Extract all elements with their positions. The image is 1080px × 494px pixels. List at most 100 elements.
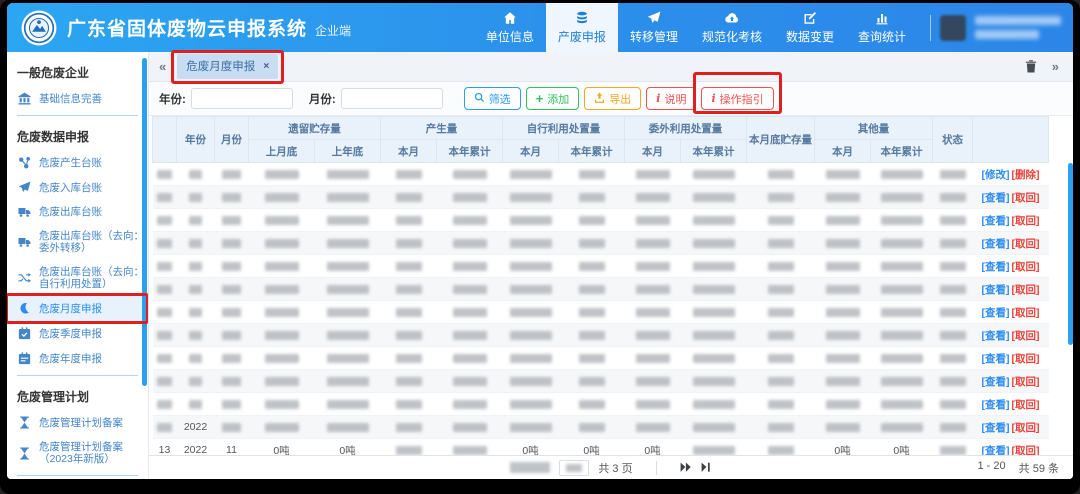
row-action-secondary-link[interactable]: [取回]	[1012, 353, 1040, 365]
bar-chart-icon	[875, 11, 889, 25]
table-cell: 0吨	[624, 438, 681, 455]
redacted-value	[157, 422, 172, 432]
row-action-secondary-link[interactable]: [取回]	[1012, 399, 1040, 411]
row-action-primary-link[interactable]: [查看]	[982, 376, 1010, 388]
table-cell	[680, 323, 747, 347]
table-cell: 0吨	[314, 438, 381, 455]
add-button[interactable]: + 添加	[525, 87, 580, 110]
redacted-value	[157, 284, 172, 294]
pager-redacted-controls[interactable]	[510, 462, 551, 473]
redacted-value	[578, 422, 605, 432]
table-cell	[558, 415, 625, 439]
redacted-value	[452, 261, 487, 271]
row-action-primary-link[interactable]: [查看]	[982, 422, 1010, 434]
redacted-value	[452, 353, 487, 363]
sidebar-item-label: 危废管理计划备案	[39, 416, 123, 429]
sidebar-item-waste-inbound-ledger[interactable]: 危废入库台账	[7, 175, 148, 200]
nav-item-data-change[interactable]: 数据变更	[774, 3, 846, 52]
redacted-value	[635, 376, 670, 386]
month-input[interactable]	[340, 88, 443, 109]
row-action-secondary-link[interactable]: [取回]	[1012, 261, 1040, 273]
table-cell: 2022	[176, 438, 215, 455]
row-action-primary-link[interactable]: [查看]	[982, 284, 1010, 296]
instructions-button[interactable]: i 说明	[646, 87, 697, 110]
table-row: [查看] [取回]	[152, 392, 1049, 416]
operation-guide-button[interactable]: i 操作指引	[693, 72, 782, 114]
nav-item-query-stats[interactable]: 查询统计	[846, 3, 918, 52]
table-cell	[314, 346, 381, 370]
row-action-secondary-link[interactable]: [取回]	[1012, 330, 1040, 342]
sidebar-item-outbound-outsourced[interactable]: 危废出库台账（去向：委外转移）	[7, 224, 148, 260]
redacted-value	[189, 215, 202, 225]
table-cell	[746, 254, 815, 278]
row-action-secondary-link[interactable]: [取回]	[1012, 284, 1040, 296]
close-tab-icon[interactable]: ×	[263, 60, 269, 72]
row-action-primary-link[interactable]: [查看]	[982, 353, 1010, 365]
sidebar-item-monthly-declaration[interactable]: 危废月度申报	[7, 293, 148, 324]
expand-tabs-icon[interactable]: »	[1052, 60, 1059, 73]
table-cell	[932, 323, 973, 347]
sidebar-item-waste-outbound-ledger[interactable]: 危废出库台账	[7, 200, 148, 224]
row-action-secondary-link[interactable]: [取回]	[1012, 215, 1040, 227]
redacted-value	[880, 215, 923, 225]
row-action-primary-link[interactable]: [修改]	[982, 169, 1010, 181]
sidebar-item-annual-declaration[interactable]: 危废年度申报	[7, 346, 148, 371]
row-action-secondary-link[interactable]: [取回]	[1012, 422, 1040, 434]
filter-button[interactable]: 筛选	[463, 87, 521, 110]
redacted-value	[578, 238, 605, 248]
row-action-primary-link[interactable]: [查看]	[982, 192, 1010, 204]
row-action-primary-link[interactable]: [查看]	[982, 215, 1010, 227]
row-action-secondary-link[interactable]: [取回]	[1012, 192, 1040, 204]
row-action-secondary-link[interactable]: [取回]	[1012, 238, 1040, 250]
row-action-secondary-link[interactable]: [取回]	[1012, 445, 1040, 456]
sidebar-item-label: 危废产生台账	[39, 156, 102, 169]
trash-icon[interactable]	[1025, 60, 1037, 73]
nav-item-unit-info[interactable]: 单位信息	[474, 3, 546, 52]
row-actions: [查看] [取回]	[972, 415, 1049, 439]
sidebar-item-mgmt-plan-filing-2023[interactable]: 危废管理计划备案（2023年新版）	[7, 435, 148, 471]
row-action-primary-link[interactable]: [查看]	[982, 330, 1010, 342]
table-cell	[176, 208, 215, 232]
row-action-primary-link[interactable]: [查看]	[982, 307, 1010, 319]
row-action-primary-link[interactable]: [查看]	[982, 399, 1010, 411]
row-action-secondary-link[interactable]: [删除]	[1012, 169, 1040, 181]
collapse-tabs-icon[interactable]: «	[159, 60, 166, 73]
table-cell	[436, 208, 503, 232]
redacted-value	[635, 215, 670, 225]
redacted-value	[395, 169, 422, 179]
table-cell	[436, 346, 503, 370]
redacted-value	[222, 169, 241, 179]
page-input[interactable]	[559, 459, 590, 476]
sidebar-item-waste-produce-ledger[interactable]: 危废产生台账	[7, 150, 148, 175]
app-window: 广东省固体废物云申报系统 企业端 单位信息 产废申报 转移管理 规范化考核 数据…	[7, 3, 1073, 479]
table-cell: 2022	[176, 415, 215, 439]
row-action-primary-link[interactable]: [查看]	[982, 261, 1010, 273]
row-action-secondary-link[interactable]: [取回]	[1012, 307, 1040, 319]
table-scrollbar[interactable]	[1068, 163, 1073, 345]
year-input[interactable]	[190, 88, 293, 109]
row-action-secondary-link[interactable]: [取回]	[1012, 376, 1040, 388]
table-cell	[932, 231, 973, 255]
export-button[interactable]: 导出	[584, 87, 642, 110]
nav-item-standard-assessment[interactable]: 规范化考核	[690, 3, 774, 52]
sidebar-item-quarterly-declaration[interactable]: 危废季度申报	[7, 321, 148, 346]
user-area[interactable]	[930, 14, 1065, 41]
nav-item-waste-declaration[interactable]: 产废申报	[545, 3, 618, 52]
sidebar-scrollbar[interactable]	[142, 58, 147, 386]
row-action-primary-link[interactable]: [查看]	[982, 238, 1010, 250]
col-header-this-month: 本月	[624, 139, 681, 163]
table-cell	[152, 369, 177, 393]
sidebar-item-basic-info[interactable]: 基础信息完善	[7, 86, 148, 111]
sidebar-item-mgmt-plan-filing[interactable]: 危废管理计划备案	[7, 410, 148, 435]
col-header-ytd: 本年累计	[436, 139, 503, 163]
next-page-icon[interactable]	[680, 462, 692, 473]
redacted-value	[767, 284, 794, 294]
redacted-value	[767, 399, 794, 409]
row-action-primary-link[interactable]: [查看]	[982, 445, 1010, 456]
last-page-icon[interactable]	[701, 462, 712, 473]
redacted-value	[264, 399, 299, 409]
tab-monthly-declaration[interactable]: 危废月度申报 ×	[171, 50, 285, 84]
nav-item-transfer-mgmt[interactable]: 转移管理	[618, 3, 690, 52]
user-avatar[interactable]	[940, 14, 966, 41]
sidebar-item-outbound-self-disposal[interactable]: 危废出库台账（去向：自行利用处置）	[7, 260, 148, 296]
